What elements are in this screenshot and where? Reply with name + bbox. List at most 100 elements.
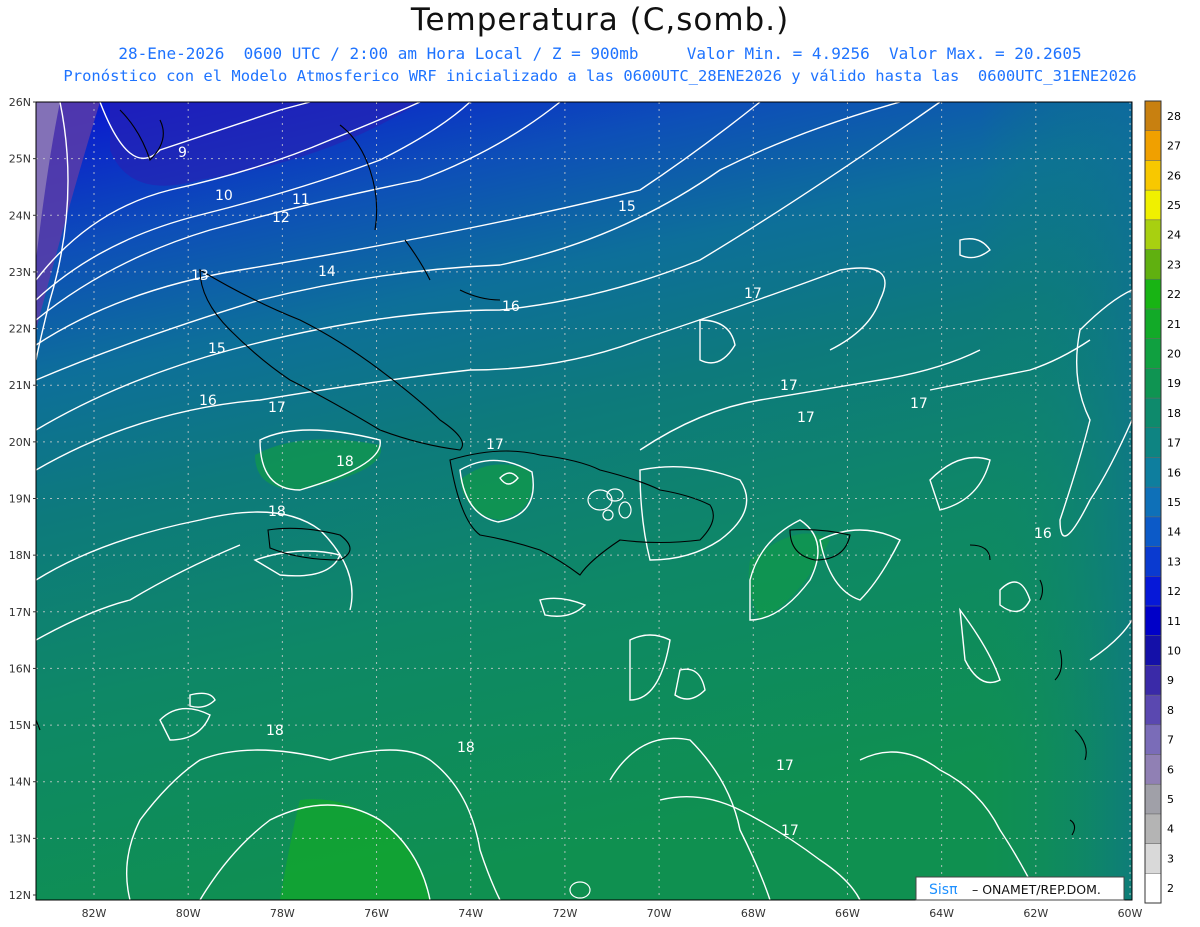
colorbar-swatch — [1144, 576, 1162, 607]
colorbar-label: 4 — [1167, 823, 1174, 836]
credit-box: Sisπ – ONAMET/REP.DOM. — [915, 876, 1125, 901]
colorbar-swatch — [1144, 724, 1162, 755]
colorbar-label: 15 — [1167, 496, 1181, 509]
latitude-label: 12N — [9, 889, 31, 902]
colorbar-label: 11 — [1167, 615, 1181, 628]
contour-label: 17 — [486, 437, 504, 453]
contour-label: 17 — [797, 410, 815, 426]
colorbar-swatch — [1144, 338, 1162, 369]
colorbar-label: 17 — [1167, 437, 1181, 450]
latitude-label: 21N — [9, 379, 31, 392]
colorbar-label: 12 — [1167, 585, 1181, 598]
longitude-label: 68W — [741, 907, 766, 920]
longitude-label: 78W — [270, 907, 295, 920]
longitude-label: 74W — [458, 907, 483, 920]
longitude-label: 66W — [835, 907, 860, 920]
colorbar-swatch — [1144, 278, 1162, 310]
latitude-label: 14N — [9, 776, 31, 789]
latitude-label: 17N — [9, 606, 31, 619]
colorbar-label: 22 — [1167, 288, 1181, 301]
contour-label: 16 — [502, 299, 520, 315]
subtitle-model-info: Pronóstico con el Modelo Atmosferico WRF… — [63, 67, 1137, 85]
longitude-label: 82W — [82, 907, 107, 920]
latitude-label: 26N — [9, 96, 31, 109]
colorbar-label: 21 — [1167, 318, 1181, 331]
longitude-label: 80W — [176, 907, 201, 920]
temperature-field — [36, 102, 1132, 900]
colorbar-label: 10 — [1167, 645, 1181, 658]
contour-label: 18 — [268, 504, 286, 520]
colorbar: 2345678910111213141516171819202122232425… — [1144, 100, 1181, 904]
credit-brand: Sisπ — [929, 882, 958, 898]
colorbar-swatch — [1144, 100, 1162, 131]
contour-label: 18 — [336, 454, 354, 470]
colorbar-label: 18 — [1167, 407, 1181, 420]
colorbar-label: 9 — [1167, 674, 1174, 687]
colorbar-swatch — [1144, 843, 1162, 874]
colorbar-swatch — [1144, 694, 1162, 726]
colorbar-swatch — [1144, 457, 1162, 488]
latitude-label: 24N — [9, 209, 31, 222]
colorbar-swatch — [1144, 516, 1162, 547]
colorbar-swatch — [1144, 754, 1162, 785]
latitude-label: 22N — [9, 323, 31, 336]
colorbar-label: 16 — [1167, 466, 1181, 479]
colorbar-swatch — [1144, 605, 1162, 636]
contour-label: 16 — [199, 393, 217, 409]
subtitle-time-range: 28-Ene-2026 0600 UTC / 2:00 am Hora Loca… — [118, 44, 1082, 63]
colorbar-swatch — [1144, 665, 1162, 696]
colorbar-label: 28 — [1167, 110, 1181, 123]
colorbar-swatch — [1144, 873, 1162, 904]
colorbar-swatch — [1144, 130, 1162, 161]
colorbar-swatch — [1144, 397, 1162, 428]
contour-label: 17 — [780, 378, 798, 394]
colorbar-label: 24 — [1167, 229, 1181, 242]
latitude-label: 18N — [9, 549, 31, 562]
contour-label: 14 — [318, 264, 336, 280]
colorbar-label: 23 — [1167, 258, 1181, 271]
contour-label: 17 — [776, 758, 794, 774]
latitude-label: 23N — [9, 266, 31, 279]
colorbar-label: 25 — [1167, 199, 1181, 212]
colorbar-label: 13 — [1167, 555, 1181, 568]
longitude-label: 60W — [1118, 907, 1143, 920]
colorbar-label: 5 — [1167, 793, 1174, 806]
longitude-label: 64W — [929, 907, 954, 920]
contour-label: 17 — [910, 396, 928, 412]
colorbar-swatch — [1144, 189, 1162, 221]
longitude-labels: 82W 80W 78W 76W 74W 72W 70W 68W 66W 64W 62W 60W — [82, 907, 1143, 920]
colorbar-label: 14 — [1167, 526, 1181, 539]
colorbar-label: 20 — [1167, 347, 1181, 360]
colorbar-label: 7 — [1167, 734, 1174, 747]
colorbar-swatch — [1144, 486, 1162, 518]
colorbar-swatch — [1144, 160, 1162, 191]
contour-label: 12 — [272, 210, 290, 226]
temperature-map: 9 10 11 12 13 14 15 15 16 16 17 17 17 17… — [9, 96, 1181, 920]
contour-label: 17 — [268, 400, 286, 416]
contour-label: 15 — [618, 199, 636, 215]
colorbar-label: 19 — [1167, 377, 1181, 390]
contour-label: 16 — [1034, 526, 1052, 542]
contour-label: 17 — [781, 823, 799, 839]
longitude-label: 70W — [647, 907, 672, 920]
latitude-label: 15N — [9, 719, 31, 732]
colorbar-swatch — [1144, 249, 1162, 280]
page-title: Temperatura (C,somb.) — [410, 2, 790, 38]
colorbar-label: 26 — [1167, 169, 1181, 182]
colorbar-label: 6 — [1167, 763, 1174, 776]
colorbar-label: 3 — [1167, 852, 1174, 865]
contour-label: 18 — [457, 740, 475, 756]
colorbar-swatch — [1144, 813, 1162, 844]
colorbar-swatch — [1144, 635, 1162, 666]
colorbar-swatch — [1144, 546, 1162, 577]
contour-label: 17 — [744, 286, 762, 302]
contour-label: 10 — [215, 188, 233, 204]
latitude-label: 25N — [9, 153, 31, 166]
longitude-label: 76W — [364, 907, 389, 920]
colorbar-label: 8 — [1167, 704, 1174, 717]
temperature-field-east — [980, 102, 1132, 900]
contour-label: 15 — [208, 341, 226, 357]
contour-label: 9 — [178, 145, 187, 161]
latitude-label: 13N — [9, 832, 31, 845]
colorbar-swatch — [1144, 427, 1162, 458]
